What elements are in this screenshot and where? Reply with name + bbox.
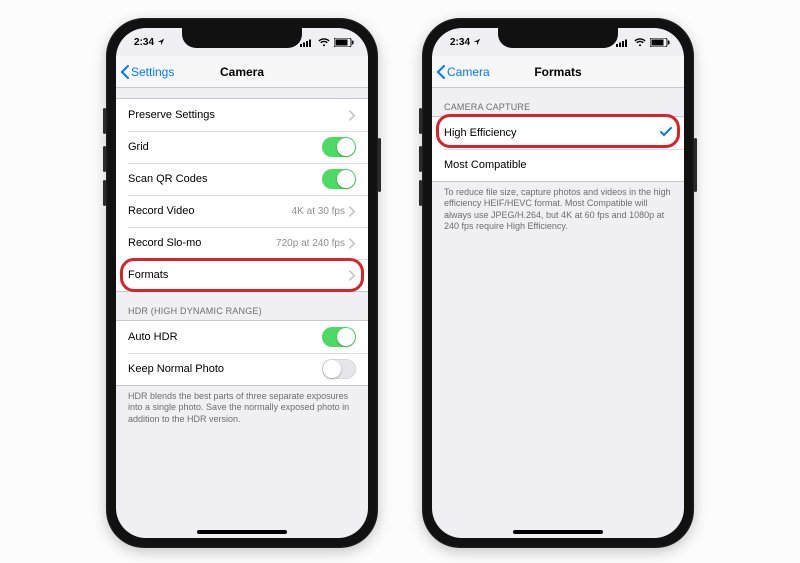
home-indicator[interactable] <box>513 530 603 534</box>
row-grid[interactable]: Grid <box>116 131 368 163</box>
row-preserve-settings[interactable]: Preserve Settings <box>116 99 368 131</box>
hdr-header: HDR (HIGH DYNAMIC RANGE) <box>116 292 368 320</box>
back-button[interactable]: Camera <box>432 65 490 79</box>
signal-icon <box>300 38 314 47</box>
phone-right: 2:34 Camera Formats CAMERA CAPTURE <box>422 18 694 548</box>
location-icon <box>473 38 481 46</box>
wifi-icon <box>634 38 646 47</box>
row-record-video[interactable]: Record Video 4K at 30 fps <box>116 195 368 227</box>
row-label: Record Video <box>128 205 194 217</box>
row-label: Most Compatible <box>444 159 527 171</box>
formats-footer: To reduce file size, capture photos and … <box>432 182 684 240</box>
wifi-icon <box>318 38 330 47</box>
chevron-right-icon <box>349 206 356 217</box>
battery-icon <box>334 38 354 47</box>
screen-left: 2:34 Settings Camera <box>116 28 368 538</box>
row-detail: 4K at 30 fps <box>292 206 345 217</box>
signal-icon <box>616 38 630 47</box>
row-label: Preserve Settings <box>128 109 215 121</box>
chevron-left-icon <box>120 65 130 79</box>
auto-hdr-switch[interactable] <box>322 327 356 347</box>
notch <box>498 28 618 48</box>
row-label: Keep Normal Photo <box>128 363 224 375</box>
camera-capture-header: CAMERA CAPTURE <box>432 88 684 116</box>
formats-group: High Efficiency Most Compatible <box>432 116 684 182</box>
back-label: Camera <box>447 65 490 79</box>
status-time: 2:34 <box>450 37 470 48</box>
settings-group-main: Preserve Settings Grid Scan QR Codes Rec… <box>116 98 368 292</box>
row-record-slomo[interactable]: Record Slo-mo 720p at 240 fps <box>116 227 368 259</box>
settings-group-hdr: Auto HDR Keep Normal Photo <box>116 320 368 386</box>
grid-switch[interactable] <box>322 137 356 157</box>
row-auto-hdr[interactable]: Auto HDR <box>116 321 368 353</box>
battery-icon <box>650 38 670 47</box>
hdr-footer: HDR blends the best parts of three separ… <box>116 386 368 433</box>
row-label: Grid <box>128 141 149 153</box>
back-label: Settings <box>131 65 174 79</box>
back-button[interactable]: Settings <box>116 65 174 79</box>
row-label: Record Slo-mo <box>128 237 201 249</box>
nav-bar: Settings Camera <box>116 56 368 88</box>
settings-content[interactable]: Preserve Settings Grid Scan QR Codes Rec… <box>116 88 368 433</box>
row-most-compatible[interactable]: Most Compatible <box>432 149 684 181</box>
phone-left: 2:34 Settings Camera <box>106 18 378 548</box>
row-high-efficiency[interactable]: High Efficiency <box>432 117 684 149</box>
chevron-right-icon <box>349 270 356 281</box>
nav-bar: Camera Formats <box>432 56 684 88</box>
row-label: High Efficiency <box>444 127 517 139</box>
chevron-left-icon <box>436 65 446 79</box>
row-label: Auto HDR <box>128 331 178 343</box>
row-detail: 720p at 240 fps <box>276 238 345 249</box>
row-scan-qr[interactable]: Scan QR Codes <box>116 163 368 195</box>
keep-normal-switch[interactable] <box>322 359 356 379</box>
row-formats[interactable]: Formats <box>116 259 368 291</box>
location-icon <box>157 38 165 46</box>
formats-content[interactable]: CAMERA CAPTURE High Efficiency Most Comp… <box>432 88 684 240</box>
home-indicator[interactable] <box>197 530 287 534</box>
notch <box>182 28 302 48</box>
chevron-right-icon <box>349 110 356 121</box>
scan-qr-switch[interactable] <box>322 169 356 189</box>
check-icon <box>660 127 672 140</box>
status-time: 2:34 <box>134 37 154 48</box>
row-label: Scan QR Codes <box>128 173 207 185</box>
row-label: Formats <box>128 269 168 281</box>
row-keep-normal[interactable]: Keep Normal Photo <box>116 353 368 385</box>
screen-right: 2:34 Camera Formats CAMERA CAPTURE <box>432 28 684 538</box>
chevron-right-icon <box>349 238 356 249</box>
